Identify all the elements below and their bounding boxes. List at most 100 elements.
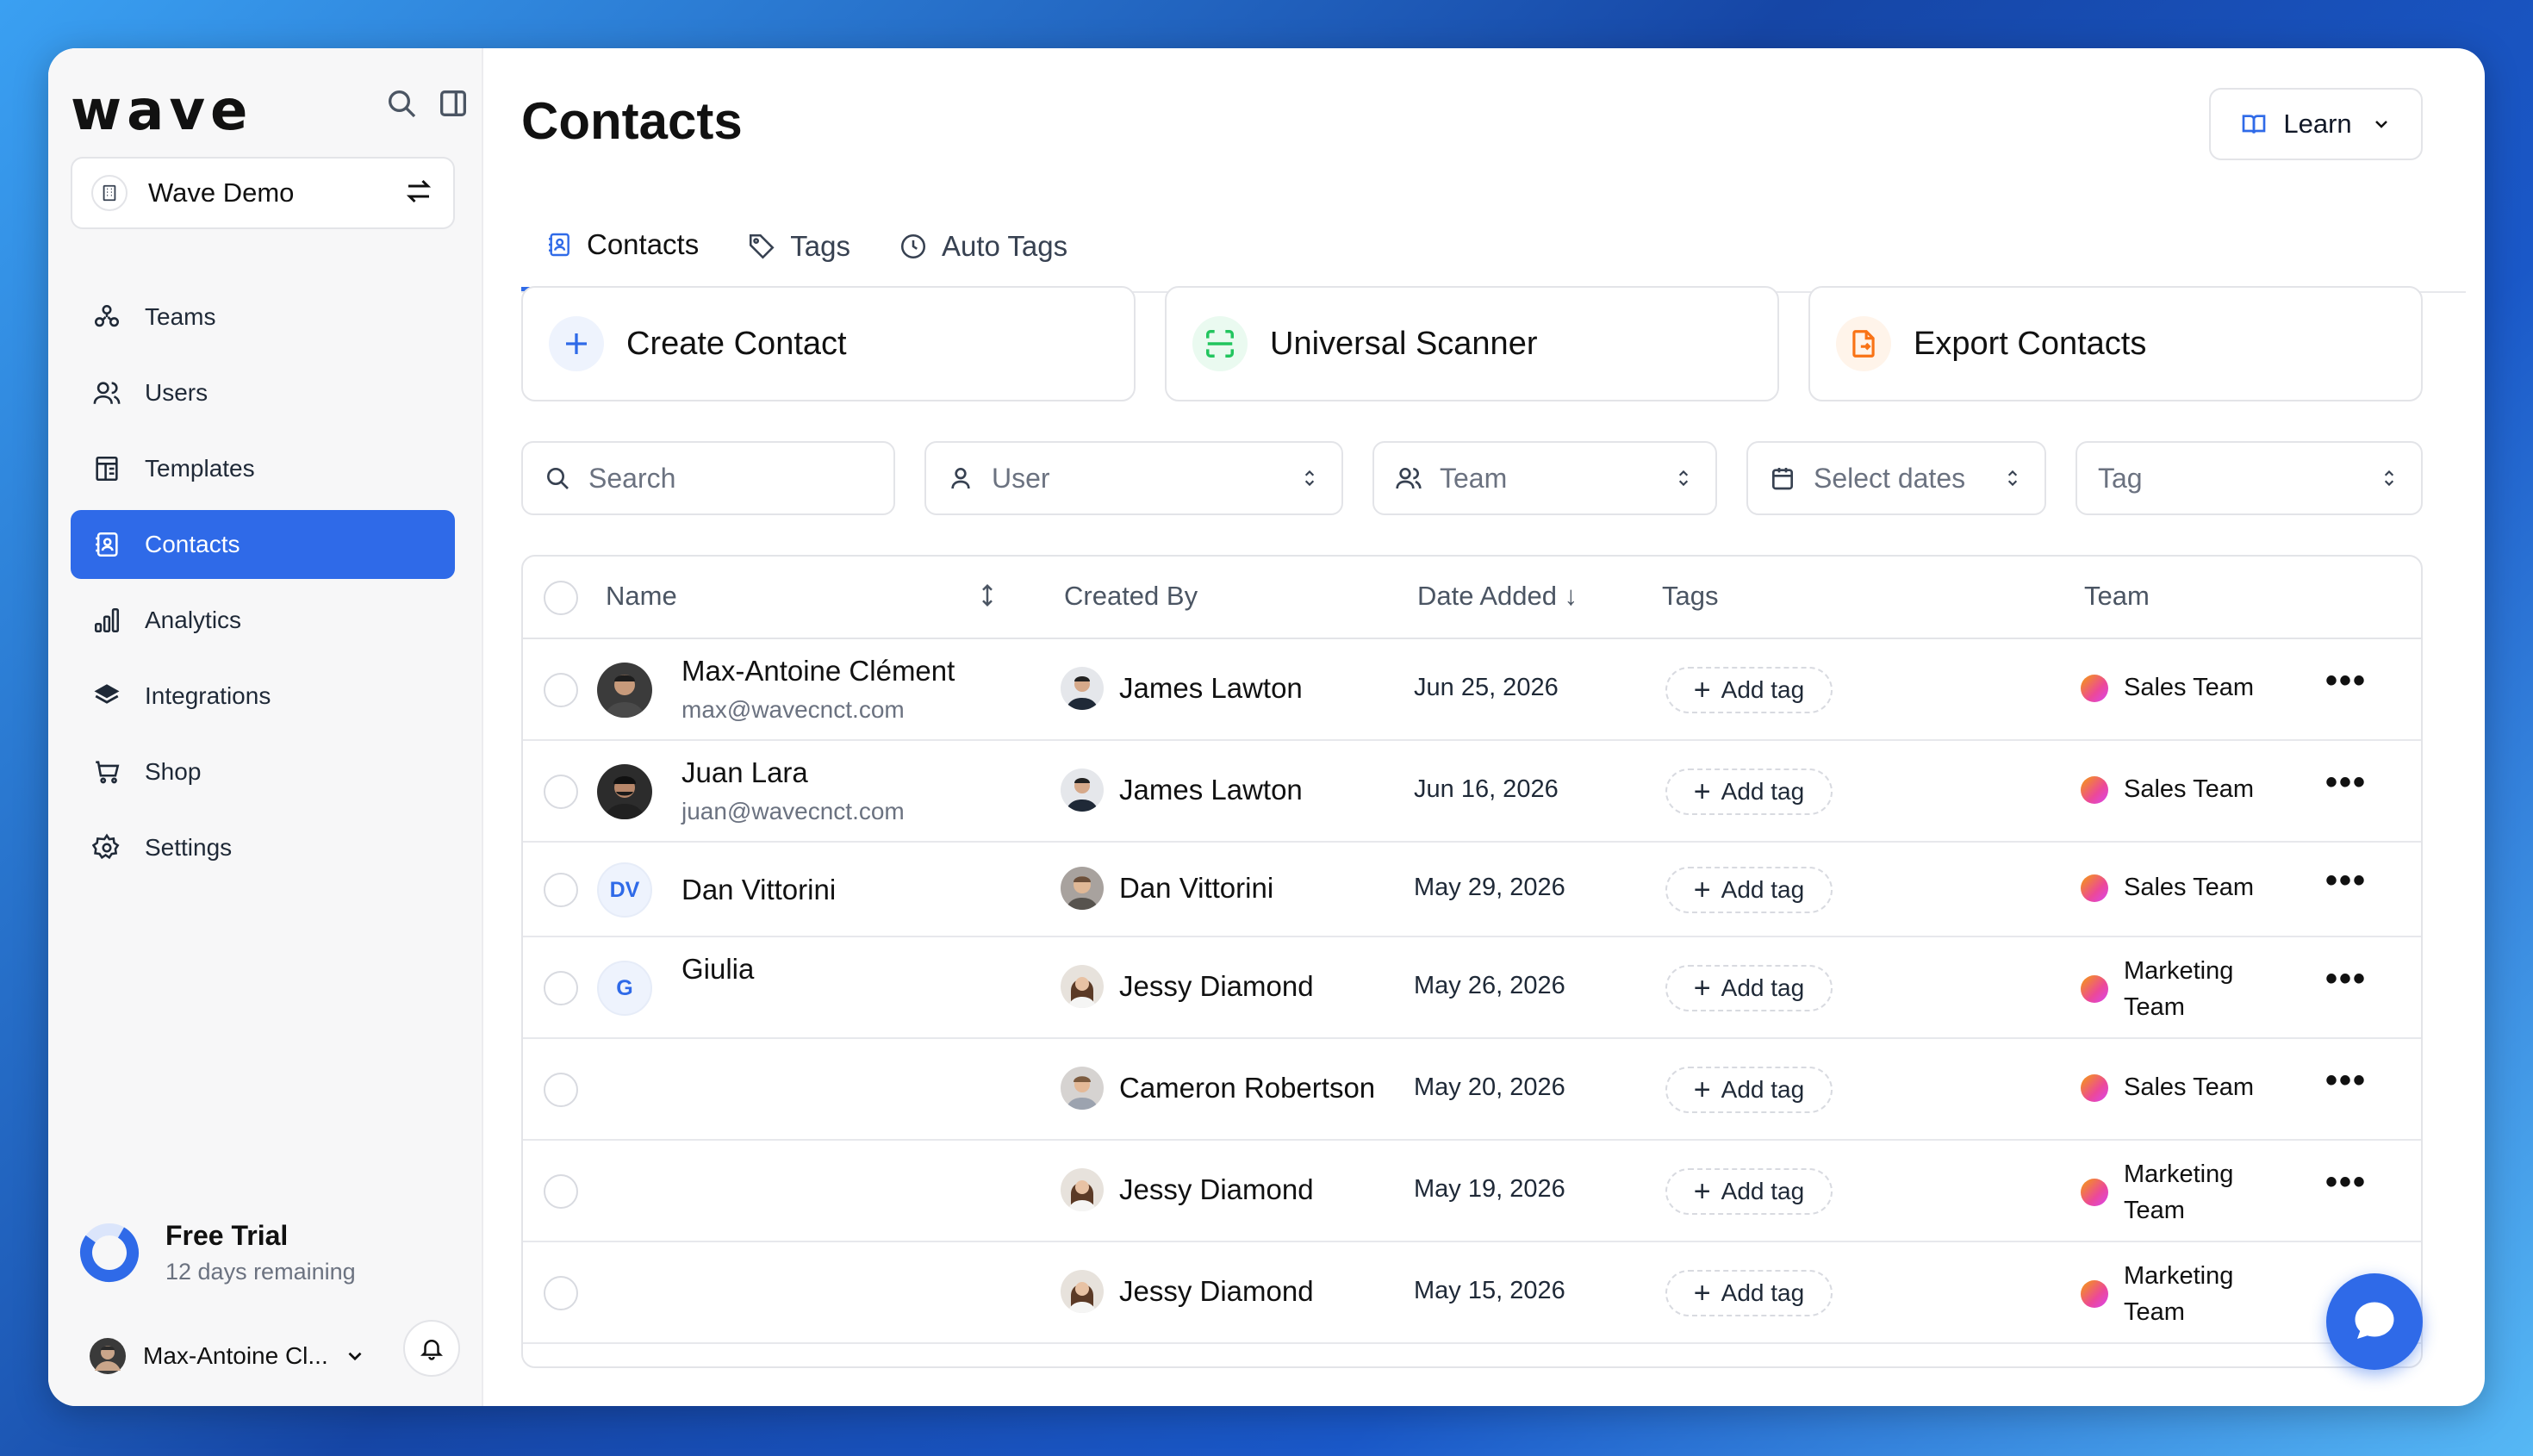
date-added: May 26, 2026 [1414, 972, 1565, 999]
avatar: DV [597, 862, 652, 918]
add-tag-button[interactable]: + Add tag [1665, 965, 1833, 1011]
more-options-icon[interactable]: ••• [2325, 662, 2367, 700]
sidebar-nav: Teams Users Templates Contacts Analytics… [71, 283, 455, 889]
date-added: Jun 25, 2026 [1414, 674, 1559, 701]
column-header-name[interactable]: Name [606, 581, 677, 612]
team-name: Marketing Team [2124, 1156, 2233, 1229]
team-name: Sales Team [2124, 775, 2254, 803]
table-row[interactable]: G Giulia Jessy Diamond May 26, 2026 + Add… [523, 937, 2421, 1039]
team-name: Sales Team [2124, 1073, 2254, 1101]
filter-bar: Search User Team Select dates Tag [521, 441, 2423, 515]
team-name-line: Marketing [2124, 957, 2234, 985]
integrations-icon [91, 681, 122, 712]
export-contacts-button[interactable]: Export Contacts [1808, 286, 2423, 401]
tab-tags[interactable]: Tags [723, 202, 874, 291]
sidebar-item-shop[interactable]: Shop [71, 737, 455, 806]
sidebar-item-label: Settings [145, 834, 233, 861]
add-tag-button[interactable]: + Add tag [1665, 1067, 1833, 1113]
main-content: Contacts Learn Contacts Tags Auto Tags C… [483, 48, 2485, 1406]
current-user[interactable]: Max-Antoine Cl... [90, 1320, 460, 1392]
more-options-icon[interactable]: ••• [2325, 960, 2367, 999]
table-row[interactable]: Max-Antoine Clément max@wavecnct.com Jam… [523, 639, 2421, 741]
trial-days-remaining: 12 days remaining [165, 1259, 356, 1285]
learn-button[interactable]: Learn [2209, 88, 2423, 160]
calendar-icon [1769, 464, 1796, 492]
universal-scanner-button[interactable]: Universal Scanner [1165, 286, 1779, 401]
sidebar-item-analytics[interactable]: Analytics [71, 586, 455, 655]
contact-name: Juan Lara [681, 756, 808, 788]
chevron-up-down-icon [1298, 467, 1321, 489]
add-tag-button[interactable]: + Add tag [1665, 1168, 1833, 1215]
date-added: May 20, 2026 [1414, 1073, 1565, 1101]
tag-filter-select[interactable]: Tag [2076, 441, 2423, 515]
team-filter-select[interactable]: Team [1372, 441, 1717, 515]
row-checkbox[interactable] [544, 1174, 578, 1209]
add-tag-label: Add tag [1721, 1178, 1805, 1204]
table-header: Name Created By Date Added ↓ Tags Team [523, 557, 2421, 639]
table-row[interactable]: Cameron Robertson May 20, 2026 + Add tag … [523, 1039, 2421, 1141]
tag-filter-label: Tag [2098, 462, 2143, 494]
contact-name: Giulia [681, 953, 755, 985]
sidebar-item-teams[interactable]: Teams [71, 283, 455, 352]
avatar [90, 1338, 126, 1374]
sidebar-item-integrations[interactable]: Integrations [71, 662, 455, 731]
add-tag-button[interactable]: + Add tag [1665, 867, 1833, 913]
user-filter-select[interactable]: User [924, 441, 1343, 515]
add-tag-button[interactable]: + Add tag [1665, 1270, 1833, 1316]
team-color-dot [2081, 874, 2108, 902]
creator-name: James Lawton [1119, 774, 1303, 806]
tab-auto-tags[interactable]: Auto Tags [874, 202, 1092, 291]
sidebar-item-templates[interactable]: Templates [71, 434, 455, 503]
workspace-switcher[interactable]: Wave Demo [71, 157, 455, 229]
more-options-icon[interactable]: ••• [2325, 862, 2367, 900]
teams-icon [91, 302, 122, 333]
avatar [1061, 1270, 1104, 1313]
add-tag-button[interactable]: + Add tag [1665, 667, 1833, 713]
plus-icon [549, 316, 604, 371]
notifications-bell-icon[interactable] [403, 1320, 460, 1377]
row-checkbox[interactable] [544, 673, 578, 707]
search-icon[interactable] [384, 86, 419, 121]
search-input[interactable]: Search [521, 441, 895, 515]
select-all-checkbox[interactable] [544, 581, 578, 615]
sidebar-item-label: Analytics [145, 607, 242, 633]
team-name-line: Marketing [2124, 1262, 2234, 1290]
more-options-icon[interactable]: ••• [2325, 1163, 2367, 1202]
add-tag-button[interactable]: + Add tag [1665, 768, 1833, 815]
row-checkbox[interactable] [544, 971, 578, 1005]
contacts-icon [545, 231, 573, 258]
more-options-icon[interactable]: ••• [2325, 763, 2367, 802]
gear-icon [91, 832, 122, 863]
cart-icon [91, 756, 122, 787]
chat-support-button[interactable] [2326, 1273, 2423, 1370]
table-row[interactable]: Jessy Diamond May 19, 2026 + Add tag Mark… [523, 1141, 2421, 1242]
table-row[interactable]: DV Dan Vittorini Dan Vittorini May 29, 2… [523, 843, 2421, 937]
sidebar-item-users[interactable]: Users [71, 358, 455, 427]
row-checkbox[interactable] [544, 1276, 578, 1310]
tab-contacts[interactable]: Contacts [521, 202, 724, 291]
sort-icon[interactable] [974, 582, 1000, 615]
learn-label: Learn [2283, 109, 2352, 139]
created-by: Jessy Diamond [1061, 965, 1314, 1008]
add-tag-label: Add tag [1721, 778, 1805, 805]
row-checkbox[interactable] [544, 1073, 578, 1107]
column-header-created-by[interactable]: Created By [1064, 581, 1198, 612]
tag-icon [747, 232, 776, 261]
sidebar-item-settings[interactable]: Settings [71, 813, 455, 882]
sidebar-item-contacts[interactable]: Contacts [71, 510, 455, 579]
switch-arrows-icon [403, 176, 434, 211]
creator-name: Jessy Diamond [1119, 970, 1314, 1002]
team-label: Sales Team [2081, 874, 2254, 902]
free-trial-status[interactable]: Free Trial 12 days remaining [78, 1220, 356, 1285]
column-header-date-added[interactable]: Date Added ↓ [1417, 581, 1578, 612]
create-contact-button[interactable]: Create Contact [521, 286, 1136, 401]
table-row[interactable]: Juan Lara juan@wavecnct.com James Lawton… [523, 741, 2421, 843]
more-options-icon[interactable]: ••• [2325, 1061, 2367, 1100]
table-row[interactable]: Jessy Diamond May 15, 2026 + Add tag Mark… [523, 1242, 2421, 1344]
row-checkbox[interactable] [544, 775, 578, 809]
row-checkbox[interactable] [544, 873, 578, 907]
sidebar-toggle-icon[interactable] [436, 86, 470, 121]
date-range-picker[interactable]: Select dates [1746, 441, 2046, 515]
book-icon [2240, 110, 2268, 138]
search-placeholder: Search [588, 462, 676, 494]
